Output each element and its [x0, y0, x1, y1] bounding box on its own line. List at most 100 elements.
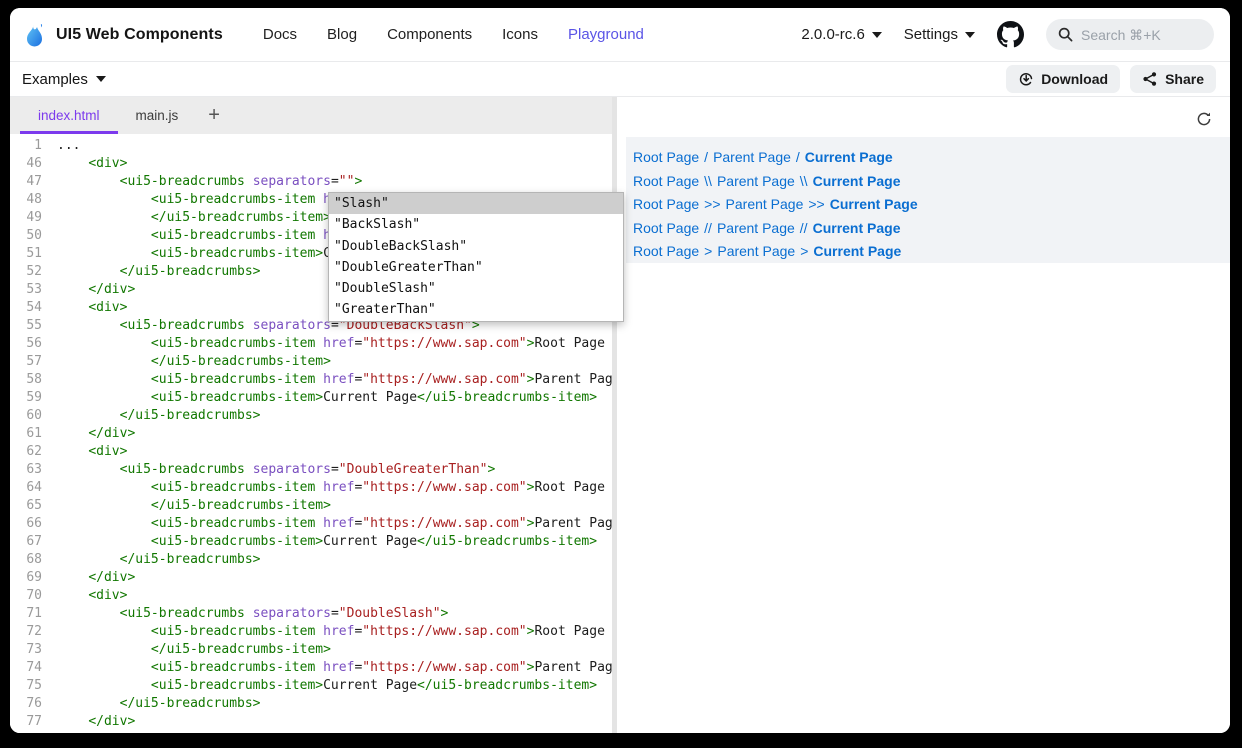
code-line[interactable]: 77 </div> — [10, 713, 612, 731]
code-line[interactable]: 46 <div> — [10, 155, 612, 173]
breadcrumb-link[interactable]: Parent Page — [726, 196, 804, 212]
version-dropdown[interactable]: 2.0.0-rc.6 — [801, 26, 881, 43]
autocomplete-option[interactable]: "BackSlash" — [329, 214, 623, 235]
line-number: 74 — [10, 659, 52, 677]
code-line[interactable]: 74 <ui5-breadcrumbs-item href="https://w… — [10, 659, 612, 677]
breadcrumb-link[interactable]: Root Page — [633, 196, 699, 212]
nav-link-docs[interactable]: Docs — [263, 26, 297, 43]
search-input[interactable] — [1081, 27, 1191, 43]
code-line[interactable]: 63 <ui5-breadcrumbs separators="DoubleGr… — [10, 461, 612, 479]
settings-dropdown[interactable]: Settings — [904, 26, 975, 43]
breadcrumbs-row: Root Page//Parent Page//Current Page — [633, 217, 1230, 241]
breadcrumb-separator: > — [704, 243, 712, 259]
nav-link-playground[interactable]: Playground — [568, 26, 644, 43]
autocomplete-popup: "Slash""BackSlash""DoubleBackSlash""Doub… — [328, 192, 624, 322]
breadcrumb-separator: >> — [704, 196, 720, 212]
breadcrumb-link[interactable]: Root Page — [633, 173, 699, 189]
share-button[interactable]: Share — [1130, 65, 1216, 93]
line-number: 63 — [10, 461, 52, 479]
refresh-button[interactable] — [1194, 109, 1214, 132]
breadcrumb-separator: / — [704, 149, 708, 165]
code-line[interactable]: 76 </ui5-breadcrumbs> — [10, 695, 612, 713]
nav-link-icons[interactable]: Icons — [502, 26, 538, 43]
code-line[interactable]: 73 </ui5-breadcrumbs-item> — [10, 641, 612, 659]
autocomplete-option[interactable]: "GreaterThan" — [329, 299, 623, 320]
download-button[interactable]: Download — [1006, 65, 1120, 93]
breadcrumb-link[interactable]: Root Page — [633, 243, 699, 259]
code-line[interactable]: 56 <ui5-breadcrumbs-item href="https://w… — [10, 335, 612, 353]
autocomplete-option[interactable]: "DoubleSlash" — [329, 278, 623, 299]
code-text: ... — [52, 137, 80, 155]
code-line[interactable]: 69 </div> — [10, 569, 612, 587]
examples-dropdown[interactable]: Examples — [22, 71, 106, 88]
code-line[interactable]: 75 <ui5-breadcrumbs-item>Current Page</u… — [10, 677, 612, 695]
code-line[interactable]: 57 </ui5-breadcrumbs-item> — [10, 353, 612, 371]
line-number: 57 — [10, 353, 52, 371]
code-line[interactable]: 71 <ui5-breadcrumbs separators="DoubleSl… — [10, 605, 612, 623]
search-box[interactable] — [1046, 19, 1214, 50]
chevron-down-icon — [872, 32, 882, 38]
breadcrumb-link[interactable]: Root Page — [633, 220, 699, 236]
line-number: 64 — [10, 479, 52, 497]
breadcrumb-current: Current Page — [813, 220, 901, 236]
breadcrumb-current: Current Page — [813, 173, 901, 189]
code-line[interactable]: 67 <ui5-breadcrumbs-item>Current Page</u… — [10, 533, 612, 551]
autocomplete-option[interactable]: "DoubleBackSlash" — [329, 236, 623, 257]
line-number: 62 — [10, 443, 52, 461]
editor-tab-main-js[interactable]: main.js — [118, 97, 197, 134]
line-number: 1 — [10, 137, 52, 155]
code-text: </div> — [52, 281, 135, 299]
ui5-logo-icon — [22, 21, 48, 49]
code-text: </ui5-breadcrumbs> — [52, 407, 261, 425]
chevron-down-icon — [965, 32, 975, 38]
autocomplete-option[interactable]: "DoubleGreaterThan" — [329, 257, 623, 278]
code-line[interactable]: 59 <ui5-breadcrumbs-item>Current Page</u… — [10, 389, 612, 407]
breadcrumb-separator: \\ — [704, 173, 712, 189]
code-line[interactable]: 68 </ui5-breadcrumbs> — [10, 551, 612, 569]
code-line[interactable]: 72 <ui5-breadcrumbs-item href="https://w… — [10, 623, 612, 641]
code-line[interactable]: 47 <ui5-breadcrumbs separators=""> — [10, 173, 612, 191]
breadcrumb-link[interactable]: Parent Page — [717, 220, 795, 236]
nav-link-blog[interactable]: Blog — [327, 26, 357, 43]
line-number: 61 — [10, 425, 52, 443]
code-line[interactable]: 61 </div> — [10, 425, 612, 443]
line-number: 69 — [10, 569, 52, 587]
code-line[interactable]: 58 <ui5-breadcrumbs-item href="https://w… — [10, 371, 612, 389]
code-line[interactable]: 60 </ui5-breadcrumbs> — [10, 407, 612, 425]
autocomplete-option[interactable]: "Slash" — [329, 193, 623, 214]
app-window: UI5 Web Components Docs Blog Components Ico… — [10, 8, 1230, 733]
code-text: <ui5-breadcrumbs-item href="https://www.… — [52, 371, 612, 389]
breadcrumb-link[interactable]: Parent Page — [717, 243, 795, 259]
line-number: 71 — [10, 605, 52, 623]
code-text: </ui5-breadcrumbs-item> — [52, 209, 331, 227]
line-number: 56 — [10, 335, 52, 353]
line-number: 70 — [10, 587, 52, 605]
editor-tab-index-html[interactable]: index.html — [20, 97, 118, 134]
code-line[interactable]: 65 </ui5-breadcrumbs-item> — [10, 497, 612, 515]
code-text: <ui5-breadcrumbs separators=""> — [52, 173, 362, 191]
code-line[interactable]: 78 <div> — [10, 731, 612, 733]
code-line[interactable]: 62 <div> — [10, 443, 612, 461]
line-number: 58 — [10, 371, 52, 389]
code-text: </div> — [52, 425, 135, 443]
nav-link-components[interactable]: Components — [387, 26, 472, 43]
brand[interactable]: UI5 Web Components — [22, 21, 223, 49]
breadcrumb-link[interactable]: Parent Page — [717, 173, 795, 189]
code-text: <div> — [52, 587, 127, 605]
breadcrumbs-row: Root Page>>Parent Page>>Current Page — [633, 193, 1230, 217]
breadcrumb-separator: / — [796, 149, 800, 165]
github-icon[interactable] — [997, 21, 1024, 48]
breadcrumb-link[interactable]: Root Page — [633, 149, 699, 165]
line-number: 73 — [10, 641, 52, 659]
code-line[interactable]: 64 <ui5-breadcrumbs-item href="https://w… — [10, 479, 612, 497]
breadcrumb-link[interactable]: Parent Page — [713, 149, 791, 165]
code-line[interactable]: 66 <ui5-breadcrumbs-item href="https://w… — [10, 515, 612, 533]
code-text: <ui5-breadcrumbs-item>Current Page</ui5-… — [52, 389, 597, 407]
code-line[interactable]: 70 <div> — [10, 587, 612, 605]
new-tab-button[interactable]: + — [196, 97, 232, 134]
download-label: Download — [1041, 71, 1108, 87]
editor-tabbar: index.htmlmain.js+ — [10, 97, 612, 134]
code-line[interactable]: 1... — [10, 137, 612, 155]
line-number: 76 — [10, 695, 52, 713]
line-number: 48 — [10, 191, 52, 209]
